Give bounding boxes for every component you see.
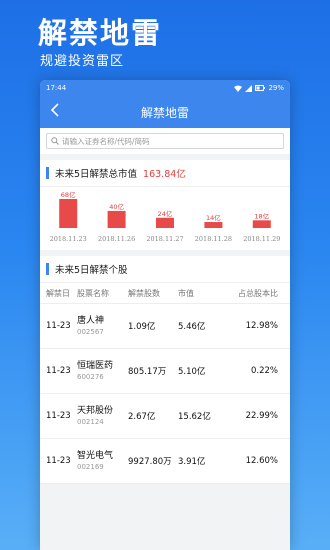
stocks-section: 未来5日解禁个股 解禁日 股票名称 解禁股数 市值 占总股本比 11-23 唐人… <box>40 256 290 484</box>
row-ratio: 12.98% <box>245 321 278 331</box>
row-shares: 2.67亿 <box>128 412 156 422</box>
chart-bar <box>204 222 223 228</box>
table-row[interactable]: 11-23 智光电气 002169 9927.80万 3.91亿 12.60% <box>40 439 290 484</box>
x-tick-label: 2018.11.26 <box>98 235 135 243</box>
bar-value-label: 18亿 <box>254 211 269 220</box>
promo-subtitle: 规避投资雷区 <box>40 54 125 69</box>
wifi-icon <box>234 85 243 92</box>
summary-header: 未来5日解禁总市值 163.84亿 <box>40 160 290 186</box>
battery-icon <box>255 85 266 91</box>
phone-screen: 17:44 29% 解禁地雷 未来5日解禁总市值 163.84亿 68亿 2018… <box>40 80 290 550</box>
section-accent <box>46 167 49 179</box>
row-date: 11-23 <box>46 321 71 331</box>
battery-level: 29% <box>268 84 284 92</box>
stock-code: 600276 <box>77 373 104 381</box>
column-header-name[interactable]: 股票名称 <box>77 288 128 299</box>
status-bar: 17:44 29% <box>40 80 290 96</box>
row-shares: 9927.80万 <box>128 457 172 467</box>
page-title: 解禁地雷 <box>140 105 189 120</box>
row-date: 11-23 <box>46 366 71 376</box>
row-stock: 唐人神 002567 <box>77 315 128 337</box>
back-button[interactable] <box>50 103 66 121</box>
signal-icon <box>245 84 253 92</box>
row-shares: 1.09亿 <box>128 322 156 332</box>
table-header: 解禁日 股票名称 解禁股数 市值 占总股本比 <box>40 282 290 304</box>
stock-name: 天邦股份 <box>77 406 114 416</box>
row-market-value: 3.91亿 <box>178 457 206 467</box>
bar-value-label: 14亿 <box>206 213 221 222</box>
row-market-value: 5.46亿 <box>178 322 206 332</box>
summary-title: 未来5日解禁总市值 <box>55 169 138 180</box>
search-bar <box>40 128 290 154</box>
x-tick-label: 2018.11.29 <box>243 235 280 243</box>
chart-bar <box>59 199 78 228</box>
section-accent <box>46 263 49 275</box>
stocks-header: 未来5日解禁个股 <box>40 256 290 282</box>
row-stock: 恒瑞医药 600276 <box>77 360 128 382</box>
bar-value-label: 40亿 <box>109 202 124 211</box>
row-market-value: 15.62亿 <box>178 412 211 422</box>
search-box[interactable] <box>46 133 284 149</box>
row-shares: 805.17万 <box>128 367 167 377</box>
x-tick-label: 2018.11.28 <box>195 235 232 243</box>
column-header-ratio[interactable]: 占总股本比 <box>221 288 284 299</box>
row-ratio: 22.99% <box>245 411 278 421</box>
table-row[interactable]: 11-23 恒瑞医药 600276 805.17万 5.10亿 0.22% <box>40 349 290 394</box>
promo-title: 解禁地雷 <box>38 16 163 50</box>
x-tick-label: 2018.11.27 <box>146 235 183 243</box>
column-header-date[interactable]: 解禁日 <box>40 288 77 299</box>
summary-section: 未来5日解禁总市值 163.84亿 68亿 2018.11.23 40亿 2018.1… <box>40 160 290 250</box>
total-market-value: 163.84亿 <box>143 169 186 180</box>
row-stock: 天邦股份 002124 <box>77 405 128 427</box>
nav-bar: 解禁地雷 <box>40 96 290 128</box>
stock-name: 唐人神 <box>77 316 105 326</box>
table-row[interactable]: 11-23 天邦股份 002124 2.67亿 15.62亿 22.99% <box>40 394 290 439</box>
status-icons: 29% <box>234 84 284 92</box>
row-market-value: 5.10亿 <box>178 367 206 377</box>
bar-value-label: 68亿 <box>61 190 76 199</box>
stock-code: 002567 <box>77 328 104 336</box>
table-row[interactable]: 11-23 唐人神 002567 1.09亿 5.46亿 12.98% <box>40 304 290 349</box>
stock-code: 002169 <box>77 463 104 471</box>
stocks-title: 未来5日解禁个股 <box>55 265 128 276</box>
search-icon <box>51 137 59 145</box>
chart-bar <box>107 210 126 228</box>
bar-value-label: 24亿 <box>158 209 173 218</box>
stock-name: 智光电气 <box>77 451 114 461</box>
x-tick-label: 2018.11.23 <box>50 235 87 243</box>
column-header-market-value[interactable]: 市值 <box>178 288 221 299</box>
stock-code: 002124 <box>77 418 104 426</box>
status-time: 17:44 <box>46 84 67 92</box>
bar-chart: 68亿 2018.11.23 40亿 2018.11.26 24亿 2018.11.27 1… <box>50 190 281 243</box>
row-stock: 智光电气 002169 <box>77 450 128 472</box>
chart-bar <box>156 217 174 228</box>
row-date: 11-23 <box>46 456 71 466</box>
unlock-chart: 68亿 2018.11.23 40亿 2018.11.26 24亿 2018.11.27 1… <box>40 186 290 250</box>
search-input[interactable] <box>62 136 262 146</box>
chart-bar <box>252 220 271 228</box>
row-ratio: 12.60% <box>245 456 278 466</box>
row-date: 11-23 <box>46 411 71 421</box>
column-header-shares[interactable]: 解禁股数 <box>128 288 178 299</box>
chevron-left-icon <box>50 103 59 117</box>
stock-name: 恒瑞医药 <box>77 361 114 371</box>
row-ratio: 0.22% <box>250 366 278 376</box>
